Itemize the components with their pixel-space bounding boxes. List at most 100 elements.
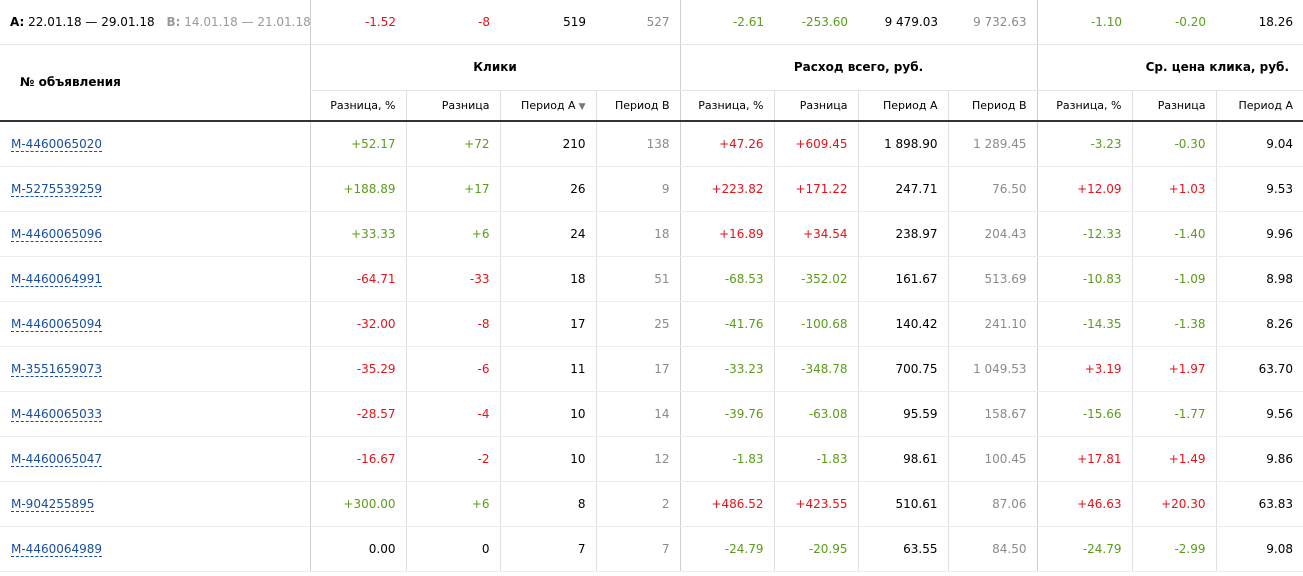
value-cell: -64.71: [309, 256, 406, 302]
group-header-row: № объявления Клики Расход всего, руб. Ср…: [0, 44, 1303, 122]
value-cell: +423.55: [773, 481, 858, 527]
ad-number-link[interactable]: M-4460064991: [11, 271, 103, 287]
value-cell: -63.08: [773, 391, 858, 437]
ad-number-cell: M-4460065033: [0, 391, 310, 437]
cpc-diff-header[interactable]: Разница: [1131, 90, 1216, 122]
value-cell: 9.53: [1215, 166, 1303, 212]
ad-number-cell: M-4460065094: [0, 301, 310, 347]
value-cell: -348.78: [773, 346, 858, 392]
cpc-diff-pct-header[interactable]: Разница, %: [1036, 90, 1132, 122]
value-cell: -4: [405, 391, 500, 437]
value-cell: 25: [595, 301, 680, 347]
value-cell: 241.10: [947, 301, 1037, 347]
comparison-table: A: 22.01.18 — 29.01.18 B: 14.01.18 — 21.…: [0, 0, 1303, 572]
clicks-period-a-label: Период А: [521, 98, 576, 112]
ad-number-link[interactable]: M-4460065047: [11, 451, 103, 467]
value-cell: 1 898.90: [857, 121, 948, 167]
table-row: M-904255895 +300.00 +6 8 2 +486.52 +423.55 510.…: [0, 481, 1303, 527]
value-cell: -8: [405, 301, 500, 347]
table-row: M-4460064991 -64.71 -33 18 51 -68.53 -352.02 16…: [0, 256, 1303, 302]
table-row: M-5275539259 +188.89 +17 26 9 +223.82 +171.22 2…: [0, 166, 1303, 212]
value-cell: 8.26: [1215, 301, 1303, 347]
ad-number-cell: M-4460065096: [0, 211, 310, 257]
value-cell: -68.53: [679, 256, 774, 302]
table-row: M-4460064989 0.00 0 7 7 -24.79 -20.95 63.55 84.5…: [0, 526, 1303, 572]
clicks-diff-pct-header[interactable]: Разница, %: [309, 90, 406, 122]
value-cell: 140.42: [857, 301, 948, 347]
value-cell: +486.52: [679, 481, 774, 527]
table-row: M-4460065033 -28.57 -4 10 14 -39.76 -63.08 95.5…: [0, 391, 1303, 437]
cost-diff-header[interactable]: Разница: [773, 90, 858, 122]
cpc-group-header: Ср. цена клика, руб.: [1036, 44, 1303, 91]
value-cell: +3.19: [1036, 346, 1132, 392]
value-cell: -41.76: [679, 301, 774, 347]
value-cell: -35.29: [309, 346, 406, 392]
value-cell: 204.43: [947, 211, 1037, 257]
clicks-period-b-header[interactable]: Период В: [595, 90, 680, 122]
value-cell: 100.45: [947, 436, 1037, 482]
period-a-range: 22.01.18 — 29.01.18: [28, 14, 155, 29]
value-cell: 10: [499, 391, 596, 437]
summary-row: A: 22.01.18 — 29.01.18 B: 14.01.18 — 21.…: [0, 0, 1303, 45]
table-body: M-4460065020 +52.17 +72 210 138 +47.26 +609.45…: [0, 121, 1303, 572]
value-cell: 0: [405, 526, 500, 572]
value-cell: 24: [499, 211, 596, 257]
table-row: M-4460065094 -32.00 -8 17 25 -41.76 -100.68 140…: [0, 301, 1303, 347]
value-cell: +46.63: [1036, 481, 1132, 527]
ad-number-cell: M-904255895: [0, 481, 310, 527]
ad-number-link[interactable]: M-5275539259: [11, 181, 103, 197]
clicks-group-header: Клики: [309, 44, 680, 91]
value-cell: +33.33: [309, 211, 406, 257]
table-row: M-4460065047 -16.67 -2 10 12 -1.83 -1.83 98.61 1…: [0, 436, 1303, 482]
value-cell: 1 289.45: [947, 121, 1037, 167]
ad-number-link[interactable]: M-4460064989: [11, 541, 103, 557]
value-cell: 17: [595, 346, 680, 392]
value-cell: 7: [595, 526, 680, 572]
cost-period-a-header[interactable]: Период А: [857, 90, 948, 122]
ad-number-link[interactable]: M-4460065096: [11, 226, 103, 242]
ad-number-link[interactable]: M-4460065033: [11, 406, 103, 422]
value-cell: -39.76: [679, 391, 774, 437]
period-b-range: 14.01.18 — 21.01.18: [184, 14, 310, 29]
ad-number-cell: M-4460064991: [0, 256, 310, 302]
value-cell: +52.17: [309, 121, 406, 167]
table-row: M-4460065020 +52.17 +72 210 138 +47.26 +609.45…: [0, 121, 1303, 167]
value-cell: 247.71: [857, 166, 948, 212]
value-cell: +188.89: [309, 166, 406, 212]
value-cell: 10: [499, 436, 596, 482]
value-cell: 513.69: [947, 256, 1037, 302]
table-row: M-4460065096 +33.33 +6 24 18 +16.89 +34.54 238.…: [0, 211, 1303, 257]
clicks-period-a-header[interactable]: Период А ▼: [499, 90, 596, 122]
value-cell: +6: [405, 481, 500, 527]
ad-number-cell: M-4460065020: [0, 121, 310, 167]
period-b-label: B:: [166, 14, 181, 29]
value-cell: 14: [595, 391, 680, 437]
ad-number-link[interactable]: M-4460065094: [11, 316, 103, 332]
value-cell: 9.96: [1215, 211, 1303, 257]
cost-period-b-header[interactable]: Период В: [947, 90, 1037, 122]
period-a-label: A:: [10, 14, 25, 29]
cost-group-header: Расход всего, руб.: [679, 44, 1037, 91]
value-cell: -2.99: [1131, 526, 1216, 572]
ad-number-cell: M-4460064989: [0, 526, 310, 572]
cost-diff-pct-header[interactable]: Разница, %: [679, 90, 774, 122]
value-cell: 17: [499, 301, 596, 347]
value-cell: 138: [595, 121, 680, 167]
value-cell: -2: [405, 436, 500, 482]
value-cell: 76.50: [947, 166, 1037, 212]
value-cell: 9: [595, 166, 680, 212]
value-cell: +300.00: [309, 481, 406, 527]
clicks-diff-header[interactable]: Разница: [405, 90, 500, 122]
value-cell: +1.49: [1131, 436, 1216, 482]
ad-number-link[interactable]: M-4460065020: [11, 136, 103, 152]
value-cell: +20.30: [1131, 481, 1216, 527]
ad-number-link[interactable]: M-3551659073: [11, 361, 103, 377]
ad-number-header[interactable]: № объявления: [0, 44, 310, 122]
cpc-period-a-header[interactable]: Период А: [1215, 90, 1303, 122]
value-cell: +6: [405, 211, 500, 257]
summary-cell: 9 732.63: [948, 0, 1037, 45]
value-cell: +17.81: [1036, 436, 1132, 482]
value-cell: -3.23: [1036, 121, 1132, 167]
ad-number-link[interactable]: M-904255895: [11, 496, 95, 512]
sort-desc-icon[interactable]: ▼: [579, 102, 586, 112]
